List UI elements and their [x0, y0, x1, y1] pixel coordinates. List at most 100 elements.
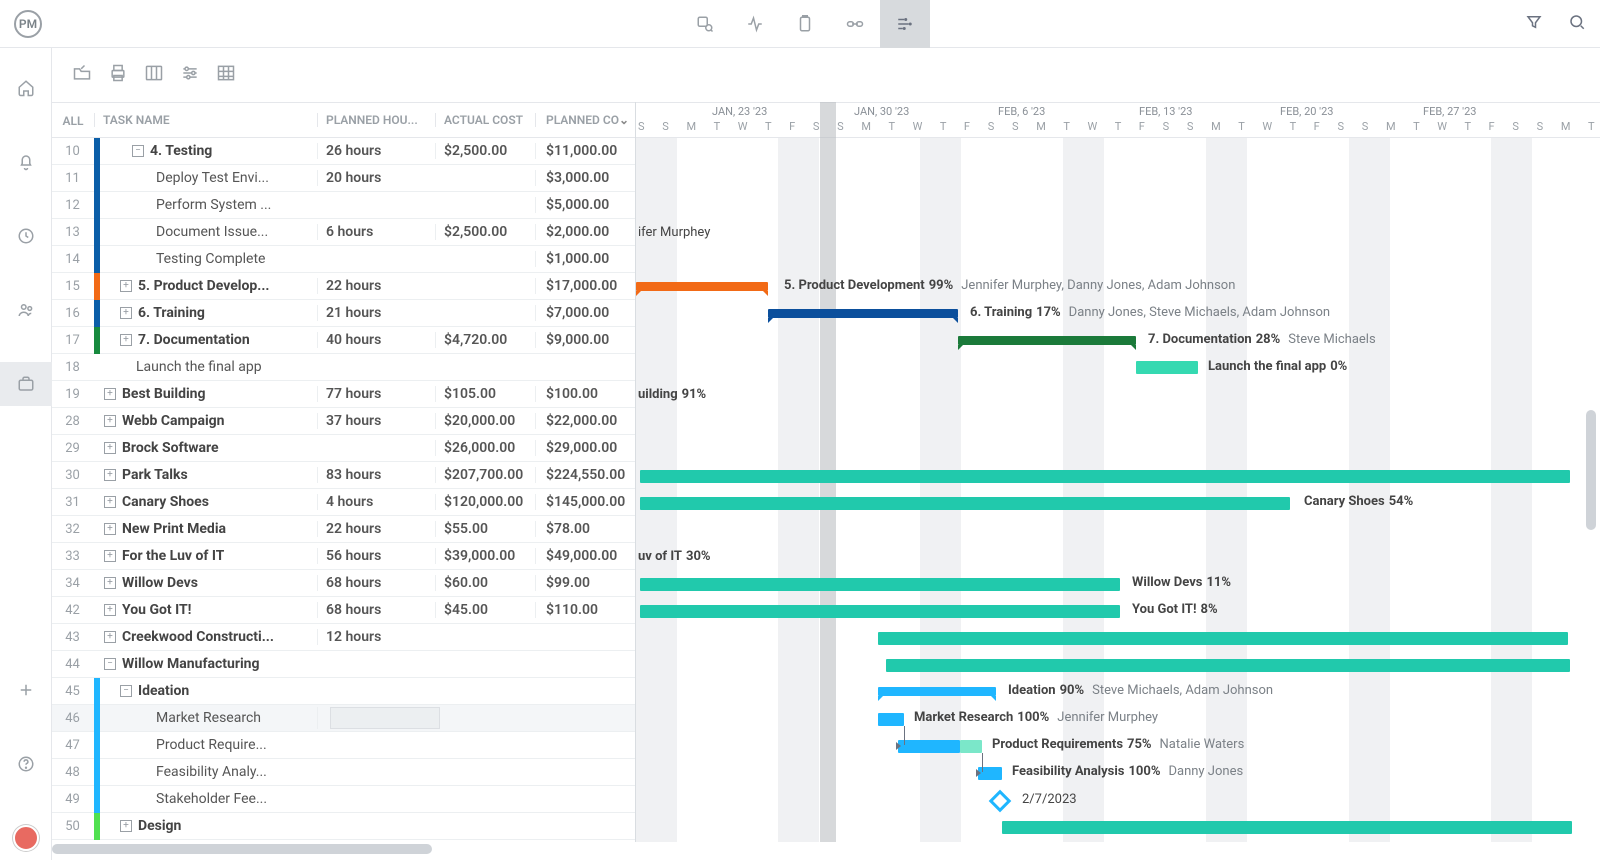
gantt-bar[interactable]: [878, 687, 996, 696]
expand-icon[interactable]: +: [104, 469, 116, 481]
table-row[interactable]: 10−4. Testing26 hours$2,500.00$11,000.00: [52, 138, 635, 165]
actual-cost-cell[interactable]: $207,700.00: [435, 467, 535, 483]
nav-add-icon[interactable]: [0, 668, 52, 712]
planned-hours-cell[interactable]: 21 hours: [317, 305, 435, 321]
expand-icon[interactable]: +: [120, 307, 132, 319]
planned-hours-input[interactable]: [330, 707, 440, 729]
gantt-bar[interactable]: [636, 282, 768, 291]
planned-hours-cell[interactable]: 56 hours: [317, 548, 435, 564]
task-name-cell[interactable]: +Creekwood Constructi...: [100, 629, 317, 645]
planned-cost-cell[interactable]: $9,000.00: [535, 332, 635, 348]
col-header-actual-cost[interactable]: ACTUAL COST: [435, 113, 535, 127]
expand-icon[interactable]: +: [104, 550, 116, 562]
milestone-diamond[interactable]: [989, 790, 1012, 813]
table-row[interactable]: 43+Creekwood Constructi...12 hours: [52, 624, 635, 651]
task-name-cell[interactable]: +Park Talks: [100, 467, 317, 483]
planned-cost-cell[interactable]: $49,000.00: [535, 548, 635, 564]
table-row[interactable]: 28+Webb Campaign37 hours$20,000.00$22,00…: [52, 408, 635, 435]
task-name-cell[interactable]: +Canary Shoes: [100, 494, 317, 510]
tool-folder-icon[interactable]: [70, 61, 94, 85]
app-logo[interactable]: PM: [14, 10, 42, 38]
planned-hours-cell[interactable]: 12 hours: [317, 629, 435, 645]
table-row[interactable]: 12Perform System ...$5,000.00: [52, 192, 635, 219]
planned-cost-cell[interactable]: $2,000.00: [535, 224, 635, 240]
task-name-cell[interactable]: +You Got IT!: [100, 602, 317, 618]
task-name-cell[interactable]: +Webb Campaign: [100, 413, 317, 429]
table-row[interactable]: 19+Best Building77 hours$105.00$100.00: [52, 381, 635, 408]
planned-hours-cell[interactable]: 4 hours: [317, 494, 435, 510]
task-name-cell[interactable]: +Best Building: [100, 386, 317, 402]
planned-hours-cell[interactable]: 22 hours: [317, 521, 435, 537]
filter-icon[interactable]: [1525, 13, 1543, 35]
task-name-cell[interactable]: +Willow Devs: [100, 575, 317, 591]
task-name-cell[interactable]: −4. Testing: [100, 143, 317, 159]
table-row[interactable]: 15+5. Product Develop...22 hours$17,000.…: [52, 273, 635, 300]
table-row[interactable]: 44−Willow Manufacturing: [52, 651, 635, 678]
gantt-bar[interactable]: [1136, 361, 1198, 374]
gantt-bar[interactable]: [958, 336, 1136, 345]
planned-cost-cell[interactable]: $100.00: [535, 386, 635, 402]
tool-print-icon[interactable]: [106, 61, 130, 85]
gantt-bar[interactable]: [898, 740, 960, 753]
table-row[interactable]: 13Document Issue...6 hours$2,500.00$2,00…: [52, 219, 635, 246]
grid-body[interactable]: 10−4. Testing26 hours$2,500.00$11,000.00…: [52, 138, 635, 842]
tool-table-icon[interactable]: [214, 61, 238, 85]
collapse-icon[interactable]: −: [104, 658, 116, 670]
table-row[interactable]: 14Testing Complete$1,000.00: [52, 246, 635, 273]
task-name-cell[interactable]: Feasibility Analy...: [100, 764, 317, 780]
collapse-icon[interactable]: −: [132, 145, 144, 157]
tool-columns-icon[interactable]: [142, 61, 166, 85]
gantt-canvas[interactable]: ifer Murphey5. Product Development99%Jen…: [636, 138, 1600, 842]
tool-sliders-icon[interactable]: [178, 61, 202, 85]
task-name-cell[interactable]: Document Issue...: [100, 224, 317, 240]
planned-cost-cell[interactable]: $22,000.00: [535, 413, 635, 429]
expand-icon[interactable]: +: [104, 631, 116, 643]
planned-hours-cell[interactable]: 77 hours: [317, 386, 435, 402]
table-row[interactable]: 50+Design: [52, 813, 635, 840]
planned-cost-cell[interactable]: $110.00: [535, 602, 635, 618]
nav-avatar[interactable]: [0, 816, 52, 860]
planned-cost-cell[interactable]: $3,000.00: [535, 170, 635, 186]
table-row[interactable]: 45−Ideation: [52, 678, 635, 705]
col-header-planned-hours[interactable]: PLANNED HOU...: [317, 113, 435, 127]
gantt-bar[interactable]: [1002, 821, 1572, 834]
actual-cost-cell[interactable]: $45.00: [435, 602, 535, 618]
expand-icon[interactable]: +: [120, 820, 132, 832]
table-row[interactable]: 33+For the Luv of IT56 hours$39,000.00$4…: [52, 543, 635, 570]
planned-cost-cell[interactable]: $145,000.00: [535, 494, 635, 510]
view-activity-icon[interactable]: [730, 0, 780, 48]
task-name-cell[interactable]: Launch the final app: [100, 359, 317, 375]
col-header-name[interactable]: TASK NAME: [94, 113, 317, 127]
task-name-cell[interactable]: +Brock Software: [100, 440, 317, 456]
task-name-cell[interactable]: +For the Luv of IT: [100, 548, 317, 564]
task-name-cell[interactable]: Deploy Test Envi...: [100, 170, 317, 186]
gantt-chart[interactable]: JAN, 23 '23JAN, 30 '23FEB, 6 '23FEB, 13 …: [636, 102, 1600, 842]
gantt-bar[interactable]: [640, 470, 1570, 483]
planned-cost-cell[interactable]: $78.00: [535, 521, 635, 537]
table-row[interactable]: 47Product Require...: [52, 732, 635, 759]
gantt-bar[interactable]: [768, 309, 958, 318]
table-row[interactable]: 16+6. Training21 hours$7,000.00: [52, 300, 635, 327]
table-row[interactable]: 32+New Print Media22 hours$55.00$78.00: [52, 516, 635, 543]
actual-cost-cell[interactable]: $39,000.00: [435, 548, 535, 564]
task-name-cell[interactable]: −Ideation: [100, 683, 317, 699]
table-row[interactable]: 11Deploy Test Envi...20 hours$3,000.00: [52, 165, 635, 192]
planned-hours-cell[interactable]: 83 hours: [317, 467, 435, 483]
planned-hours-cell[interactable]: 6 hours: [317, 224, 435, 240]
planned-hours-cell[interactable]: 68 hours: [317, 575, 435, 591]
planned-cost-cell[interactable]: $29,000.00: [535, 440, 635, 456]
task-name-cell[interactable]: −Willow Manufacturing: [100, 656, 317, 672]
actual-cost-cell[interactable]: $26,000.00: [435, 440, 535, 456]
task-name-cell[interactable]: +5. Product Develop...: [100, 278, 317, 294]
actual-cost-cell[interactable]: $60.00: [435, 575, 535, 591]
expand-icon[interactable]: +: [104, 388, 116, 400]
vertical-scrollbar[interactable]: [1586, 150, 1596, 550]
task-name-cell[interactable]: +6. Training: [100, 305, 317, 321]
planned-hours-cell[interactable]: 26 hours: [317, 143, 435, 159]
actual-cost-cell[interactable]: $2,500.00: [435, 143, 535, 159]
actual-cost-cell[interactable]: $105.00: [435, 386, 535, 402]
gantt-bar[interactable]: [878, 632, 1568, 645]
collapse-icon[interactable]: −: [120, 685, 132, 697]
planned-hours-cell[interactable]: [317, 707, 435, 729]
table-row[interactable]: 17+7. Documentation40 hours$4,720.00$9,0…: [52, 327, 635, 354]
